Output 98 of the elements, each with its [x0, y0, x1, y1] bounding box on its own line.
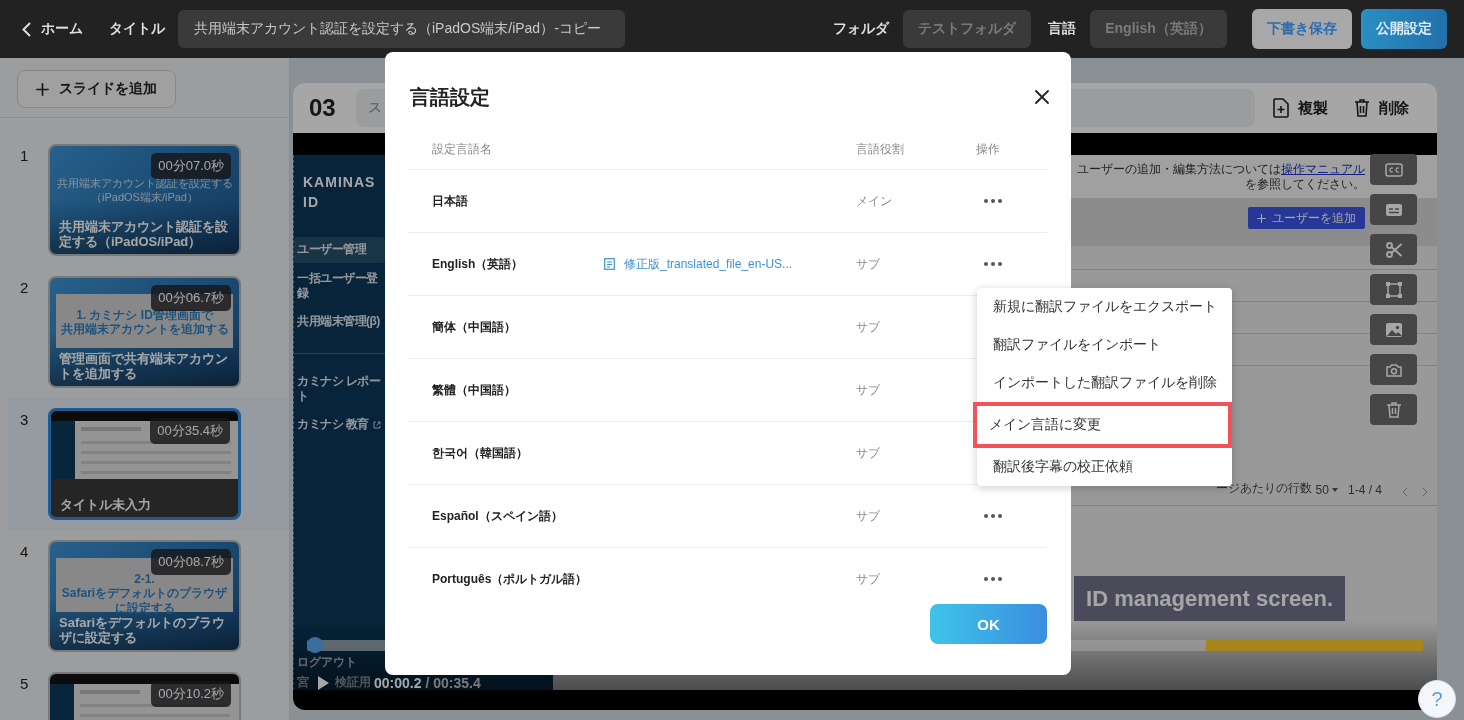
- menu-item[interactable]: インポートした翻訳ファイルを削除: [977, 364, 1232, 402]
- file-plus-icon: [1273, 98, 1289, 118]
- document-icon: [604, 258, 615, 270]
- subtitle-caption: ID management screen.: [1074, 576, 1345, 621]
- language-label: 言語: [1048, 20, 1076, 38]
- slide-number: 1: [20, 146, 30, 166]
- duration-badge: 00分06.7秒: [151, 285, 231, 311]
- more-icon[interactable]: [984, 514, 1002, 518]
- close-icon[interactable]: [1035, 90, 1049, 104]
- page-range: 1-4 / 4: [1347, 483, 1382, 497]
- publish-button[interactable]: 公開設定: [1361, 9, 1447, 49]
- plus-icon: [36, 82, 49, 96]
- add-slide-button[interactable]: スライドを追加: [17, 70, 176, 108]
- language-role: サブ: [856, 444, 881, 462]
- current-time: 00:00.2: [374, 675, 422, 691]
- scissors-icon: [1383, 239, 1404, 260]
- home-link[interactable]: ホーム: [22, 20, 83, 38]
- external-link-icon: [372, 420, 381, 429]
- language-role: サブ: [856, 507, 881, 525]
- more-icon[interactable]: [984, 199, 1002, 203]
- chevron-left-icon[interactable]: [1402, 487, 1408, 497]
- logo-text: KAMINAS ID: [303, 173, 376, 213]
- slide-item[interactable]: 1 00分07.0秒 共用端末アカウント認証を設定する （iPadOS端末/iPad） 共用端末アカウント認証を設定する（iPadOS/iPad）: [8, 134, 289, 266]
- more-icon[interactable]: [984, 262, 1002, 266]
- slide-number: 4: [20, 542, 30, 562]
- title-field[interactable]: 共用端末アカウント認証を設定する（iPadOS端末/iPad）-コピー: [178, 10, 625, 48]
- nav-item[interactable]: 一括ユーザー登録: [294, 266, 385, 305]
- account-name: 検証用: [335, 673, 371, 691]
- language-name: English（英語）: [431, 255, 525, 273]
- duration-badge: 00分08.7秒: [151, 549, 231, 575]
- thumbnail-heading: 2-1. Safariをデフォルトのブラウザに設定する: [60, 572, 229, 616]
- menu-item[interactable]: 翻訳ファイルをインポート: [977, 326, 1232, 364]
- duplicate-button[interactable]: 複製: [1273, 98, 1328, 118]
- chevron-right-icon[interactable]: [1422, 487, 1428, 497]
- slide-thumbnail[interactable]: 00分35.4秒 タイトル未入力: [48, 408, 241, 520]
- slide-number: 5: [20, 674, 30, 694]
- column-header: 設定言語名: [431, 141, 493, 158]
- language-role: サブ: [856, 570, 881, 588]
- language-name: 日本語: [431, 192, 469, 210]
- menu-item[interactable]: 新規に翻訳ファイルをエクスポート: [977, 288, 1232, 326]
- slide-title: タイトル未入力: [60, 497, 152, 513]
- scissors-button[interactable]: [1370, 234, 1417, 265]
- slide-item[interactable]: 4 00分08.7秒 2-1. Safariをデフォルトのブラウザに設定する Safariをデフォルトのブラウザに設定する: [8, 530, 289, 662]
- account-name: 宮: [297, 673, 309, 691]
- duration-badge: 00分35.4秒: [150, 418, 230, 444]
- file-link[interactable]: 修正版_translated_file_en-US...: [604, 255, 856, 273]
- language-name: Español（スペイン語）: [431, 507, 564, 525]
- language-name: 한국어（韓国語）: [431, 444, 529, 462]
- nav-item[interactable]: カミナシ レポート: [294, 369, 385, 408]
- column-header: 操作: [976, 141, 1001, 158]
- slide-item[interactable]: 3 00分35.4秒 タイトル未入力: [8, 398, 289, 530]
- captions-button[interactable]: [1370, 154, 1417, 185]
- slide-number: 2: [20, 278, 30, 298]
- trash-button[interactable]: [1370, 394, 1417, 425]
- add-user-button[interactable]: ユーザーを追加: [1248, 207, 1365, 229]
- chevron-left-icon: [22, 21, 31, 37]
- notice-text: ユーザーの追加・編集方法については操作マニュアル を参照してください。: [1076, 161, 1365, 192]
- image-button[interactable]: [1370, 314, 1417, 345]
- language-role: サブ: [856, 381, 881, 399]
- slide-title: Safariをデフォルトのブラウザに設定する: [59, 614, 227, 646]
- slide-thumbnail[interactable]: 00分10.2秒: [48, 672, 241, 720]
- folder-label: フォルダ: [833, 20, 889, 38]
- duration-badge: 00分10.2秒: [151, 681, 231, 707]
- total-time: / 00:35.4: [425, 675, 481, 691]
- delete-button[interactable]: 削除: [1354, 98, 1409, 118]
- caret-icon: [1331, 488, 1338, 492]
- thumbnail-heading: 共用端末アカウント認証を設定する （iPadOS端末/iPad）: [55, 177, 234, 205]
- slide-number: 03: [309, 94, 336, 122]
- slide-title: 管理画面で共有端末アカウントを追加する: [59, 350, 229, 382]
- more-icon[interactable]: [984, 577, 1002, 581]
- nav-item[interactable]: 共用端末管理(β): [294, 308, 385, 335]
- column-header: 言語役割: [856, 141, 905, 158]
- language-name: 簡体（中国語）: [431, 318, 517, 336]
- nav-item[interactable]: カミナシ 教育: [294, 411, 385, 438]
- camera-button[interactable]: [1370, 354, 1417, 385]
- crop-frame-button[interactable]: [1370, 274, 1417, 305]
- title-label: タイトル: [109, 20, 165, 38]
- logout-link[interactable]: ログアウト: [297, 654, 357, 671]
- language-name: 繁體（中国語）: [431, 381, 517, 399]
- trash-icon: [1354, 98, 1370, 118]
- language-name: Português（ポルトガル語）: [431, 570, 589, 588]
- menu-item[interactable]: メイン言語に変更: [973, 402, 1232, 448]
- slide-item[interactable]: 2 00分06.7秒 1. カミナシ ID管理画面で 共用端末アカウントを追加する 管理画面で共有端末アカウントを追加する: [8, 266, 289, 398]
- language-role: メイン: [856, 192, 893, 210]
- language-role: サブ: [856, 255, 881, 273]
- slide-title: 共用端末アカウント認証を設定する（iPadOS/iPad）: [59, 218, 229, 250]
- manual-link[interactable]: 操作マニュアル: [1281, 161, 1365, 176]
- crop-frame-icon: [1383, 279, 1404, 300]
- slide-item[interactable]: 5 00分10.2秒: [8, 662, 289, 720]
- thumbnail-heading: 1. カミナシ ID管理画面で 共用端末アカウントを追加する: [60, 308, 229, 337]
- duration-badge: 00分07.0秒: [151, 153, 231, 179]
- language-role: サブ: [856, 318, 881, 336]
- dialog-title: 言語設定: [410, 84, 490, 110]
- slide-number: 3: [20, 410, 30, 430]
- plus-icon: [1257, 213, 1266, 223]
- rows-per-page-select[interactable]: 50: [1315, 483, 1338, 497]
- play-icon[interactable]: [317, 675, 330, 691]
- subtitles-button[interactable]: [1370, 194, 1417, 225]
